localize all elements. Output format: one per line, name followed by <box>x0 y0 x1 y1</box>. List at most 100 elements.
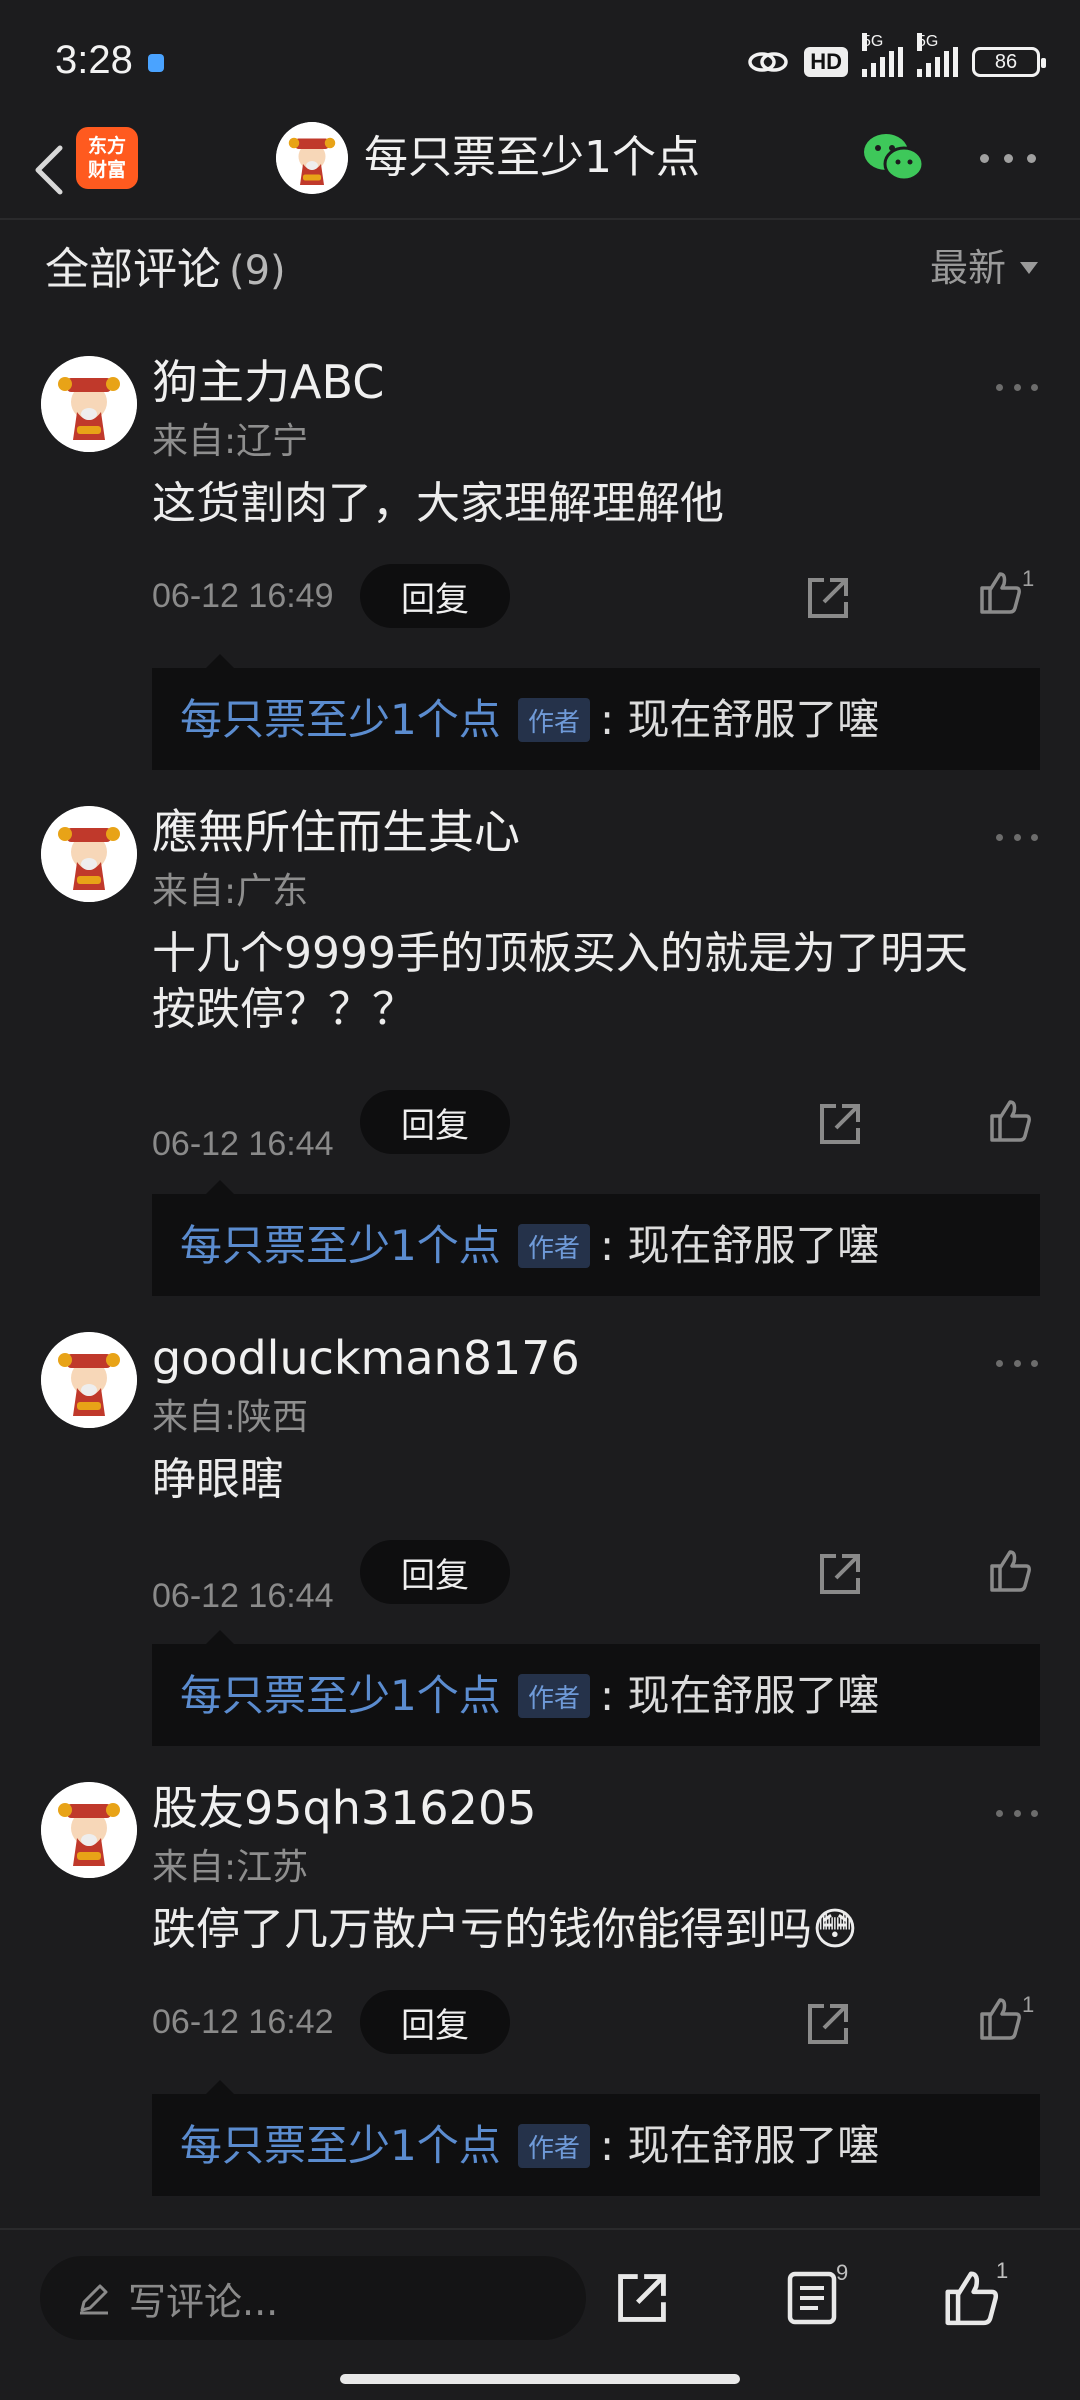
reply-text: : 现在舒服了噻 <box>600 1671 880 1720</box>
caishen-avatar-icon <box>276 122 348 194</box>
user-avatar[interactable] <box>41 1782 137 1878</box>
share-button[interactable] <box>812 1096 868 1152</box>
dot-icon <box>1027 153 1036 163</box>
share-icon <box>820 1554 860 1594</box>
share-button[interactable] <box>800 1996 856 2052</box>
signal-icon: 5G <box>862 33 903 77</box>
user-avatar[interactable] <box>41 356 137 452</box>
author-badge: 作者 <box>518 1224 590 1268</box>
username[interactable]: 狗主力ABC <box>152 352 384 412</box>
reply-button[interactable]: 回复 <box>360 1540 510 1604</box>
author-badge: 作者 <box>518 698 590 742</box>
share-post-button[interactable] <box>612 2268 672 2328</box>
like-button[interactable] <box>986 1096 1046 1152</box>
flushed-face-emoji: 😳 <box>812 1904 858 1955</box>
page-title: 每只票至少1个点 <box>364 132 700 183</box>
reply-text: : 现在舒服了噻 <box>600 2121 880 2170</box>
thumbs-up-icon <box>990 1100 1031 1142</box>
share-icon <box>618 2274 666 2322</box>
author-reply[interactable]: 每只票至少1个点 作者 : 现在舒服了噻 <box>152 1630 1040 1746</box>
reply-button[interactable]: 回复 <box>360 1990 510 2054</box>
comment-text: 这货割肉了，大家理解理解他 <box>152 478 724 529</box>
comment-more-button[interactable] <box>996 1356 1038 1370</box>
back-button[interactable] <box>18 138 78 202</box>
comment-time: 06-12 16:44 <box>152 1125 334 1163</box>
thumbs-up-icon <box>980 572 1021 614</box>
link-icon <box>748 52 788 72</box>
sort-dropdown[interactable]: 最新 <box>930 240 1038 296</box>
write-comment-placeholder: 写评论... <box>128 2279 279 2324</box>
username[interactable]: 股友95qh316205 <box>152 1778 537 1838</box>
like-count-badge: 1 <box>996 2258 1009 2283</box>
hd-badge: HD <box>804 47 848 77</box>
like-count: 1 <box>1022 1992 1035 2017</box>
home-indicator[interactable] <box>340 2374 740 2384</box>
user-location: 来自:辽宁 <box>152 421 309 462</box>
caret-down-icon <box>1020 262 1038 274</box>
caishen-avatar-icon <box>41 806 137 902</box>
author-avatar[interactable] <box>276 122 348 194</box>
reply-text: : 现在舒服了噻 <box>600 695 880 744</box>
status-indicators: HD 5G 5G 86 <box>746 33 1046 84</box>
comment-text: 跌停了几万散户亏的钱你能得到吗😳 <box>152 1904 858 1955</box>
pencil-icon <box>80 2284 108 2315</box>
share-button[interactable] <box>812 1546 868 1602</box>
author-reply[interactable]: 每只票至少1个点 作者 : 现在舒服了噻 <box>152 654 1040 770</box>
user-location: 来自:江苏 <box>152 1847 309 1888</box>
author-badge: 作者 <box>518 1674 590 1718</box>
battery-icon: 86 <box>972 47 1046 77</box>
author-reply[interactable]: 每只票至少1个点 作者 : 现在舒服了噻 <box>152 2080 1040 2196</box>
comment-more-button[interactable] <box>996 380 1038 394</box>
reply-author[interactable]: 每只票至少1个点 <box>180 1668 501 1724</box>
share-icon <box>820 1104 860 1144</box>
wechat-icon <box>864 134 925 182</box>
status-time: 3:28 <box>55 38 133 82</box>
comment-time: 06-12 16:44 <box>152 1577 334 1615</box>
chevron-left-icon <box>35 145 63 195</box>
user-avatar[interactable] <box>41 806 137 902</box>
username[interactable]: 應無所住而生其心 <box>152 802 520 862</box>
reply-button[interactable]: 回复 <box>360 564 510 628</box>
reply-author[interactable]: 每只票至少1个点 <box>180 2118 501 2174</box>
signal-icon: 5G <box>917 33 958 77</box>
user-avatar[interactable] <box>41 1332 137 1428</box>
comment-count-badge: 9 <box>836 2260 849 2285</box>
user-location: 来自:陕西 <box>152 1397 309 1438</box>
author-badge: 作者 <box>518 2124 590 2168</box>
thumbs-up-icon <box>990 1550 1031 1592</box>
write-comment-input[interactable]: 写评论... <box>40 2256 586 2340</box>
dot-icon <box>1003 153 1013 163</box>
wechat-share-button[interactable] <box>862 130 926 186</box>
reply-text: : 现在舒服了噻 <box>600 1221 880 1270</box>
author-reply[interactable]: 每只票至少1个点 作者 : 现在舒服了噻 <box>152 1180 1040 1296</box>
reply-author[interactable]: 每只票至少1个点 <box>180 1218 501 1274</box>
caishen-avatar-icon <box>41 1782 137 1878</box>
status-bar: 3:28 HD 5G 5G 86 <box>0 0 1080 120</box>
user-location: 来自:广东 <box>152 871 309 912</box>
thumbs-up-icon <box>945 2271 999 2326</box>
share-button[interactable] <box>800 570 856 626</box>
comments-count: (9) <box>229 248 286 294</box>
comment-time: 06-12 16:42 <box>152 2003 334 2041</box>
share-icon <box>808 578 848 618</box>
comments-list-button[interactable] <box>782 2268 842 2328</box>
comment-more-button[interactable] <box>996 1806 1038 1820</box>
like-button[interactable] <box>986 1546 1046 1602</box>
caishen-avatar-icon <box>41 1332 137 1428</box>
comment-text: 睁眼瞎 <box>152 1454 284 1505</box>
like-post-button[interactable] <box>940 2266 1002 2328</box>
reply-author[interactable]: 每只票至少1个点 <box>180 692 501 748</box>
username[interactable]: goodluckman8176 <box>152 1328 580 1388</box>
like-count: 1 <box>1022 566 1035 591</box>
dot-icon <box>980 153 989 163</box>
reply-button[interactable]: 回复 <box>360 1090 510 1154</box>
comment-text: 十几个9999手的顶板买入的就是为了明天 按跌停？？？ <box>152 928 968 1035</box>
more-options-button[interactable] <box>980 138 1036 178</box>
comment-list-icon <box>787 2271 837 2325</box>
comment-more-button[interactable] <box>996 830 1038 844</box>
share-icon <box>808 2004 848 2044</box>
thumbs-up-icon <box>980 1998 1021 2040</box>
comment-time: 06-12 16:49 <box>152 577 334 615</box>
notification-icon <box>148 54 164 72</box>
app-logo[interactable]: 东方 财富 <box>76 127 138 189</box>
